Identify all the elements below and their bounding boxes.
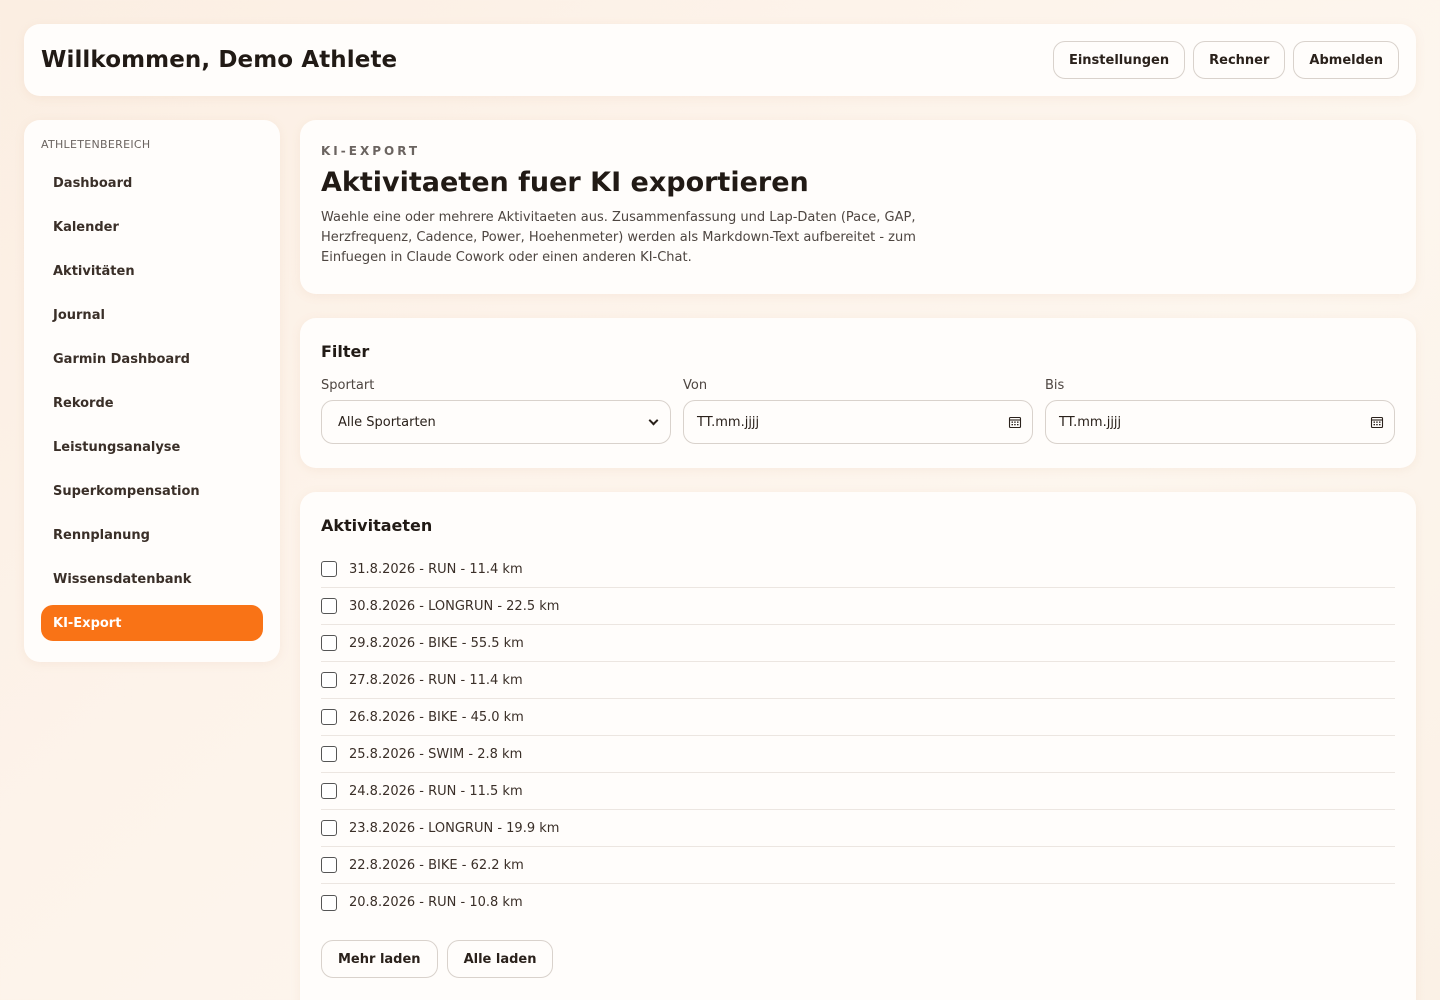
to-label: Bis [1045, 378, 1065, 393]
activity-checkbox[interactable] [321, 635, 337, 651]
activity-label: 26.8.2026 - BIKE - 45.0 km [349, 709, 524, 725]
sidebar-item-journal[interactable]: Journal [41, 297, 263, 333]
activity-row[interactable]: 27.8.2026 - RUN - 11.4 km [321, 662, 1395, 699]
calendar-icon[interactable] [1008, 415, 1022, 429]
sidebar-item-rennplanung[interactable]: Rennplanung [41, 517, 263, 553]
activity-label: 27.8.2026 - RUN - 11.4 km [349, 672, 523, 688]
sidebar-item-dashboard[interactable]: Dashboard [41, 165, 263, 201]
activity-checkbox[interactable] [321, 783, 337, 799]
activity-label: 23.8.2026 - LONGRUN - 19.9 km [349, 820, 560, 836]
to-date-input[interactable]: TT.mm.jjjj [1045, 400, 1395, 444]
activities-title: Aktivitaeten [321, 516, 433, 535]
calendar-icon[interactable] [1370, 415, 1384, 429]
activity-checkbox[interactable] [321, 561, 337, 577]
activity-label: 29.8.2026 - BIKE - 55.5 km [349, 635, 524, 651]
activity-row[interactable]: 29.8.2026 - BIKE - 55.5 km [321, 625, 1395, 662]
sport-label: Sportart [321, 378, 375, 393]
load-all-button[interactable]: Alle laden [446, 940, 554, 978]
activity-checkbox[interactable] [321, 598, 337, 614]
section-eyebrow: KI-Export [321, 144, 421, 158]
activity-checkbox[interactable] [321, 894, 337, 911]
activity-row[interactable]: 20.8.2026 - RUN - 10.8 km [321, 884, 1395, 921]
from-field: Von TT.mm.jjjj [683, 378, 1033, 444]
activity-checkbox[interactable] [321, 820, 337, 836]
top-header: Willkommen, Demo Athlete Einstellungen R… [24, 24, 1416, 96]
settings-button[interactable]: Einstellungen [1052, 41, 1186, 79]
activity-checkbox[interactable] [321, 857, 337, 873]
sport-select-value: Alle Sportarten [338, 414, 436, 430]
intro-card: KI-Export Aktivitaeten fuer KI exportier… [300, 120, 1416, 294]
chevron-down-icon [648, 415, 659, 425]
sidebar-item-superkompensation[interactable]: Superkompensation [41, 473, 263, 509]
logout-button[interactable]: Abmelden [1293, 41, 1399, 79]
sidebar-item-ki-export[interactable]: KI-Export [41, 605, 263, 641]
load-more-button[interactable]: Mehr laden [321, 940, 438, 978]
from-date-value: TT.mm.jjjj [697, 414, 760, 430]
activity-label: 22.8.2026 - BIKE - 62.2 km [349, 857, 524, 873]
activity-row[interactable]: 22.8.2026 - BIKE - 62.2 km [321, 847, 1395, 884]
activity-label: 30.8.2026 - LONGRUN - 22.5 km [349, 598, 560, 614]
activity-row[interactable]: 31.8.2026 - RUN - 11.4 km [321, 551, 1395, 588]
activity-row[interactable]: 24.8.2026 - RUN - 11.5 km [321, 773, 1395, 810]
activity-checkbox[interactable] [321, 709, 337, 725]
page-description: Waehle eine oder mehrere Aktivitaeten au… [321, 210, 916, 265]
sidebar-heading: Athletenbereich [41, 138, 151, 151]
calculator-button[interactable]: Rechner [1193, 41, 1286, 79]
from-label: Von [683, 378, 708, 393]
sidebar-item-aktivitaeten[interactable]: Aktivitäten [41, 253, 263, 289]
activity-list: 31.8.2026 - RUN - 11.4 km 30.8.2026 - LO… [321, 551, 1395, 921]
filter-title: Filter [321, 342, 370, 361]
sport-select[interactable]: Alle Sportarten [321, 400, 671, 444]
activity-label: 24.8.2026 - RUN - 11.5 km [349, 783, 523, 799]
sidebar-item-wissensdatenbank[interactable]: Wissensdatenbank [41, 561, 263, 597]
activities-card: Aktivitaeten 31.8.2026 - RUN - 11.4 km 3… [300, 492, 1416, 1000]
activity-checkbox[interactable] [321, 746, 337, 762]
activity-row[interactable]: 23.8.2026 - LONGRUN - 19.9 km [321, 810, 1395, 847]
activity-row[interactable]: 30.8.2026 - LONGRUN - 22.5 km [321, 588, 1395, 625]
page-title: Aktivitaeten fuer KI exportieren [321, 167, 809, 198]
sidebar-item-kalender[interactable]: Kalender [41, 209, 263, 245]
sidebar: Athletenbereich Dashboard Kalender Aktiv… [24, 120, 280, 662]
sidebar-item-garmin-dashboard[interactable]: Garmin Dashboard [41, 341, 263, 377]
activity-row[interactable]: 26.8.2026 - BIKE - 45.0 km [321, 699, 1395, 736]
sidebar-item-rekorde[interactable]: Rekorde [41, 385, 263, 421]
header-actions: Einstellungen Rechner Abmelden [1052, 41, 1399, 79]
from-date-input[interactable]: TT.mm.jjjj [683, 400, 1033, 444]
load-actions: Mehr laden Alle laden [321, 940, 1395, 978]
filter-row: Sportart Alle Sportarten Von TT.mm.jjjj [321, 378, 1395, 444]
sport-field: Sportart Alle Sportarten [321, 378, 671, 444]
activity-label: 20.8.2026 - RUN - 10.8 km [349, 895, 523, 910]
welcome-title: Willkommen, Demo Athlete [41, 47, 398, 73]
filter-card: Filter Sportart Alle Sportarten Von TT.m… [300, 318, 1416, 468]
activity-label: 31.8.2026 - RUN - 11.4 km [349, 561, 523, 577]
sidebar-item-leistungsanalyse[interactable]: Leistungsanalyse [41, 429, 263, 465]
activity-row[interactable]: 25.8.2026 - SWIM - 2.8 km [321, 736, 1395, 773]
activity-checkbox[interactable] [321, 672, 337, 688]
to-field: Bis TT.mm.jjjj [1045, 378, 1395, 444]
activity-label: 25.8.2026 - SWIM - 2.8 km [349, 746, 523, 762]
to-date-value: TT.mm.jjjj [1059, 414, 1122, 430]
